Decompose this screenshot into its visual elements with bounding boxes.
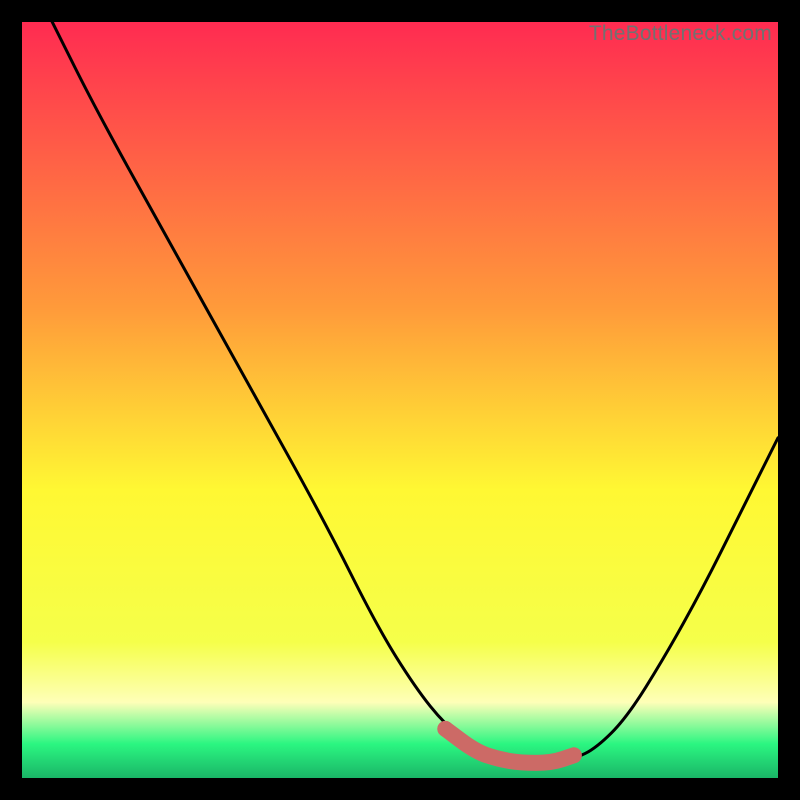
chart-frame: TheBottleneck.com [0, 0, 800, 800]
chart-svg [22, 22, 778, 778]
watermark-text: TheBottleneck.com [589, 22, 772, 46]
plot-area: TheBottleneck.com [22, 22, 778, 778]
